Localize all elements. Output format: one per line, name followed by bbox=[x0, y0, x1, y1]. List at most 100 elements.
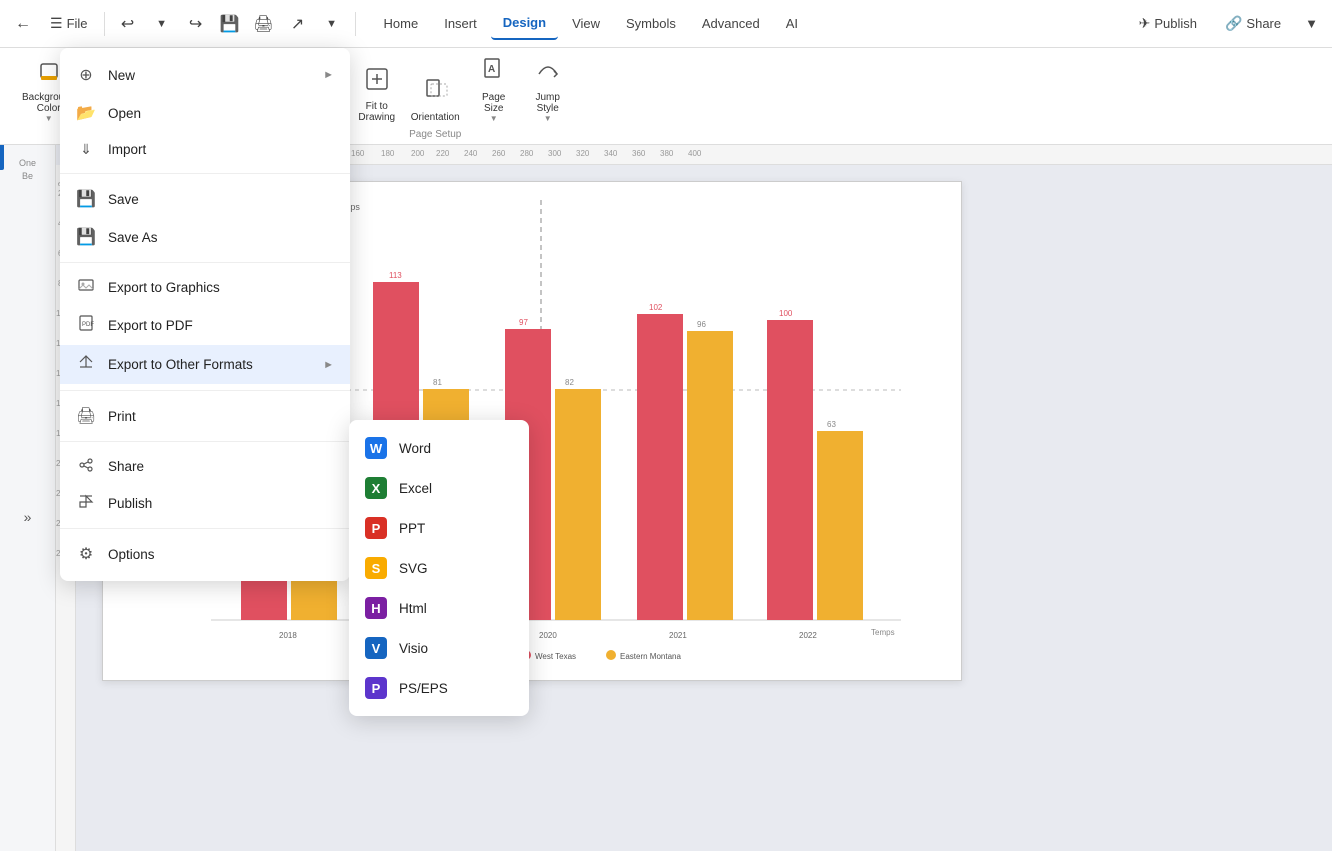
file-label: File bbox=[67, 16, 88, 31]
import-icon: ⇓ bbox=[76, 141, 96, 158]
bg-color-icon bbox=[37, 60, 61, 90]
tab-home[interactable]: Home bbox=[372, 8, 431, 39]
separator-1 bbox=[104, 12, 105, 36]
svg-text:PDF: PDF bbox=[82, 322, 94, 328]
html-label: Html bbox=[399, 601, 427, 616]
ribbon-item-jump-style[interactable]: JumpStyle ▼ bbox=[522, 52, 574, 127]
submenu-excel[interactable]: X Excel bbox=[349, 468, 529, 508]
menu-item-export-graphics[interactable]: Export to Graphics bbox=[60, 269, 350, 306]
menu-item-save-as[interactable]: 💾 Save As bbox=[60, 218, 350, 256]
import-label: Import bbox=[108, 142, 146, 157]
share-label: Share bbox=[1246, 16, 1281, 31]
visio-label: Visio bbox=[399, 641, 428, 656]
year-2021: 2021 bbox=[669, 631, 687, 640]
save-icon: 💾 bbox=[220, 14, 240, 34]
export-graphics-label: Export to Graphics bbox=[108, 280, 220, 295]
ribbon-item-page-size[interactable]: A PageSize ▼ bbox=[468, 52, 520, 127]
print-button[interactable]: 🖨 bbox=[249, 9, 279, 39]
undo-icon: ↩ bbox=[121, 14, 134, 34]
bar-label-2022-west: 100 bbox=[779, 309, 793, 318]
share-icon: 🔗 bbox=[1225, 15, 1242, 32]
sidebar-toggle-button[interactable]: » bbox=[12, 501, 44, 533]
share-button[interactable]: 🔗 Share bbox=[1215, 11, 1291, 36]
ruler-tick-320: 320 bbox=[576, 149, 589, 158]
menu-item-share[interactable]: Share bbox=[60, 448, 350, 485]
ruler-tick-380: 380 bbox=[660, 149, 673, 158]
options-icon: ⚙ bbox=[76, 544, 96, 564]
tab-view[interactable]: View bbox=[560, 8, 612, 39]
redo-icon: ↪ bbox=[189, 14, 202, 34]
open-label: Open bbox=[108, 106, 141, 121]
bar-2022-east bbox=[817, 431, 863, 620]
back-button[interactable]: ← bbox=[8, 9, 38, 39]
menu-item-open[interactable]: 📂 Open bbox=[60, 94, 350, 132]
save-as-icon: 💾 bbox=[76, 227, 96, 247]
save-button[interactable]: 💾 bbox=[215, 9, 245, 39]
hamburger-icon: ☰ bbox=[50, 15, 63, 32]
tab-advanced[interactable]: Advanced bbox=[690, 8, 772, 39]
undo-button[interactable]: ↩ bbox=[113, 9, 143, 39]
print-label: Print bbox=[108, 409, 136, 424]
legend-dot-east bbox=[606, 650, 616, 660]
ribbon-item-fit-drawing[interactable]: Fit toDrawing bbox=[351, 61, 403, 127]
menu-item-new[interactable]: ⊕ New ► bbox=[60, 56, 350, 94]
bar-2021-east bbox=[687, 331, 733, 620]
menu-item-export-other[interactable]: Export to Other Formats ► bbox=[60, 345, 350, 384]
submenu-html[interactable]: H Html bbox=[349, 588, 529, 628]
tab-insert[interactable]: Insert bbox=[432, 8, 489, 39]
submenu-visio[interactable]: V Visio bbox=[349, 628, 529, 668]
ps-icon: P bbox=[365, 677, 387, 699]
bar-label-2021-west: 102 bbox=[649, 303, 663, 312]
ruler-tick-360: 360 bbox=[632, 149, 645, 158]
tab-ai[interactable]: AI bbox=[774, 8, 810, 39]
share-menu-label: Share bbox=[108, 459, 144, 474]
export-button[interactable]: ↗ bbox=[283, 9, 313, 39]
submenu-word[interactable]: W Word bbox=[349, 428, 529, 468]
ruler-tick-340: 340 bbox=[604, 149, 617, 158]
share-menu-icon bbox=[76, 457, 96, 476]
divider-3 bbox=[60, 390, 350, 391]
menu-item-options[interactable]: ⚙ Options bbox=[60, 535, 350, 573]
tab-symbols[interactable]: Symbols bbox=[614, 8, 688, 39]
file-menu-button[interactable]: ☰ File bbox=[42, 11, 96, 36]
ppt-icon: P bbox=[365, 517, 387, 539]
bg-color-chevron: ▼ bbox=[45, 114, 53, 123]
export-other-arrow: ► bbox=[323, 359, 334, 371]
export-arrow-button[interactable]: ▼ bbox=[317, 9, 347, 39]
export-other-label: Export to Other Formats bbox=[108, 357, 253, 372]
word-label: Word bbox=[399, 441, 431, 456]
menu-item-print[interactable]: 🖨 Print bbox=[60, 397, 350, 435]
ruler-tick-300: 300 bbox=[548, 149, 561, 158]
save-as-label: Save As bbox=[108, 230, 158, 245]
ruler-tick-280: 280 bbox=[520, 149, 533, 158]
undo-arrow-button[interactable]: ▼ bbox=[147, 9, 177, 39]
options-label: Options bbox=[108, 547, 155, 562]
bar-label-2022-east: 63 bbox=[827, 420, 836, 429]
word-icon: W bbox=[365, 437, 387, 459]
new-arrow: ► bbox=[323, 69, 334, 81]
menu-item-export-pdf[interactable]: PDF Export to PDF bbox=[60, 306, 350, 345]
publish-button[interactable]: ✈ Publish bbox=[1129, 11, 1207, 36]
visio-icon: V bbox=[365, 637, 387, 659]
submenu-svg[interactable]: S SVG bbox=[349, 548, 529, 588]
tab-design[interactable]: Design bbox=[491, 7, 558, 40]
fit-drawing-icon bbox=[363, 65, 391, 99]
menu-item-import[interactable]: ⇓ Import bbox=[60, 132, 350, 167]
legend-label-east: Eastern Montana bbox=[620, 652, 681, 661]
ribbon-item-orientation[interactable]: Orientation bbox=[405, 72, 466, 127]
menu-item-publish[interactable]: Publish bbox=[60, 485, 350, 522]
redo-button[interactable]: ↪ bbox=[181, 9, 211, 39]
submenu-ps[interactable]: P PS/EPS bbox=[349, 668, 529, 708]
export-graphics-icon bbox=[76, 278, 96, 297]
html-icon: H bbox=[365, 597, 387, 619]
bar-label-2020-east: 82 bbox=[565, 378, 574, 387]
back-icon: ← bbox=[15, 15, 31, 33]
menu-item-save[interactable]: 💾 Save bbox=[60, 180, 350, 218]
bar-2022-west bbox=[767, 320, 813, 620]
submenu-ppt[interactable]: P PPT bbox=[349, 508, 529, 548]
more-button[interactable]: ▼ bbox=[1299, 12, 1324, 35]
new-icon: ⊕ bbox=[76, 65, 96, 85]
ruler-tick-220: 220 bbox=[436, 149, 449, 158]
orientation-icon bbox=[421, 76, 449, 110]
ribbon-group-pagesetup-label: Page Setup bbox=[409, 129, 461, 140]
